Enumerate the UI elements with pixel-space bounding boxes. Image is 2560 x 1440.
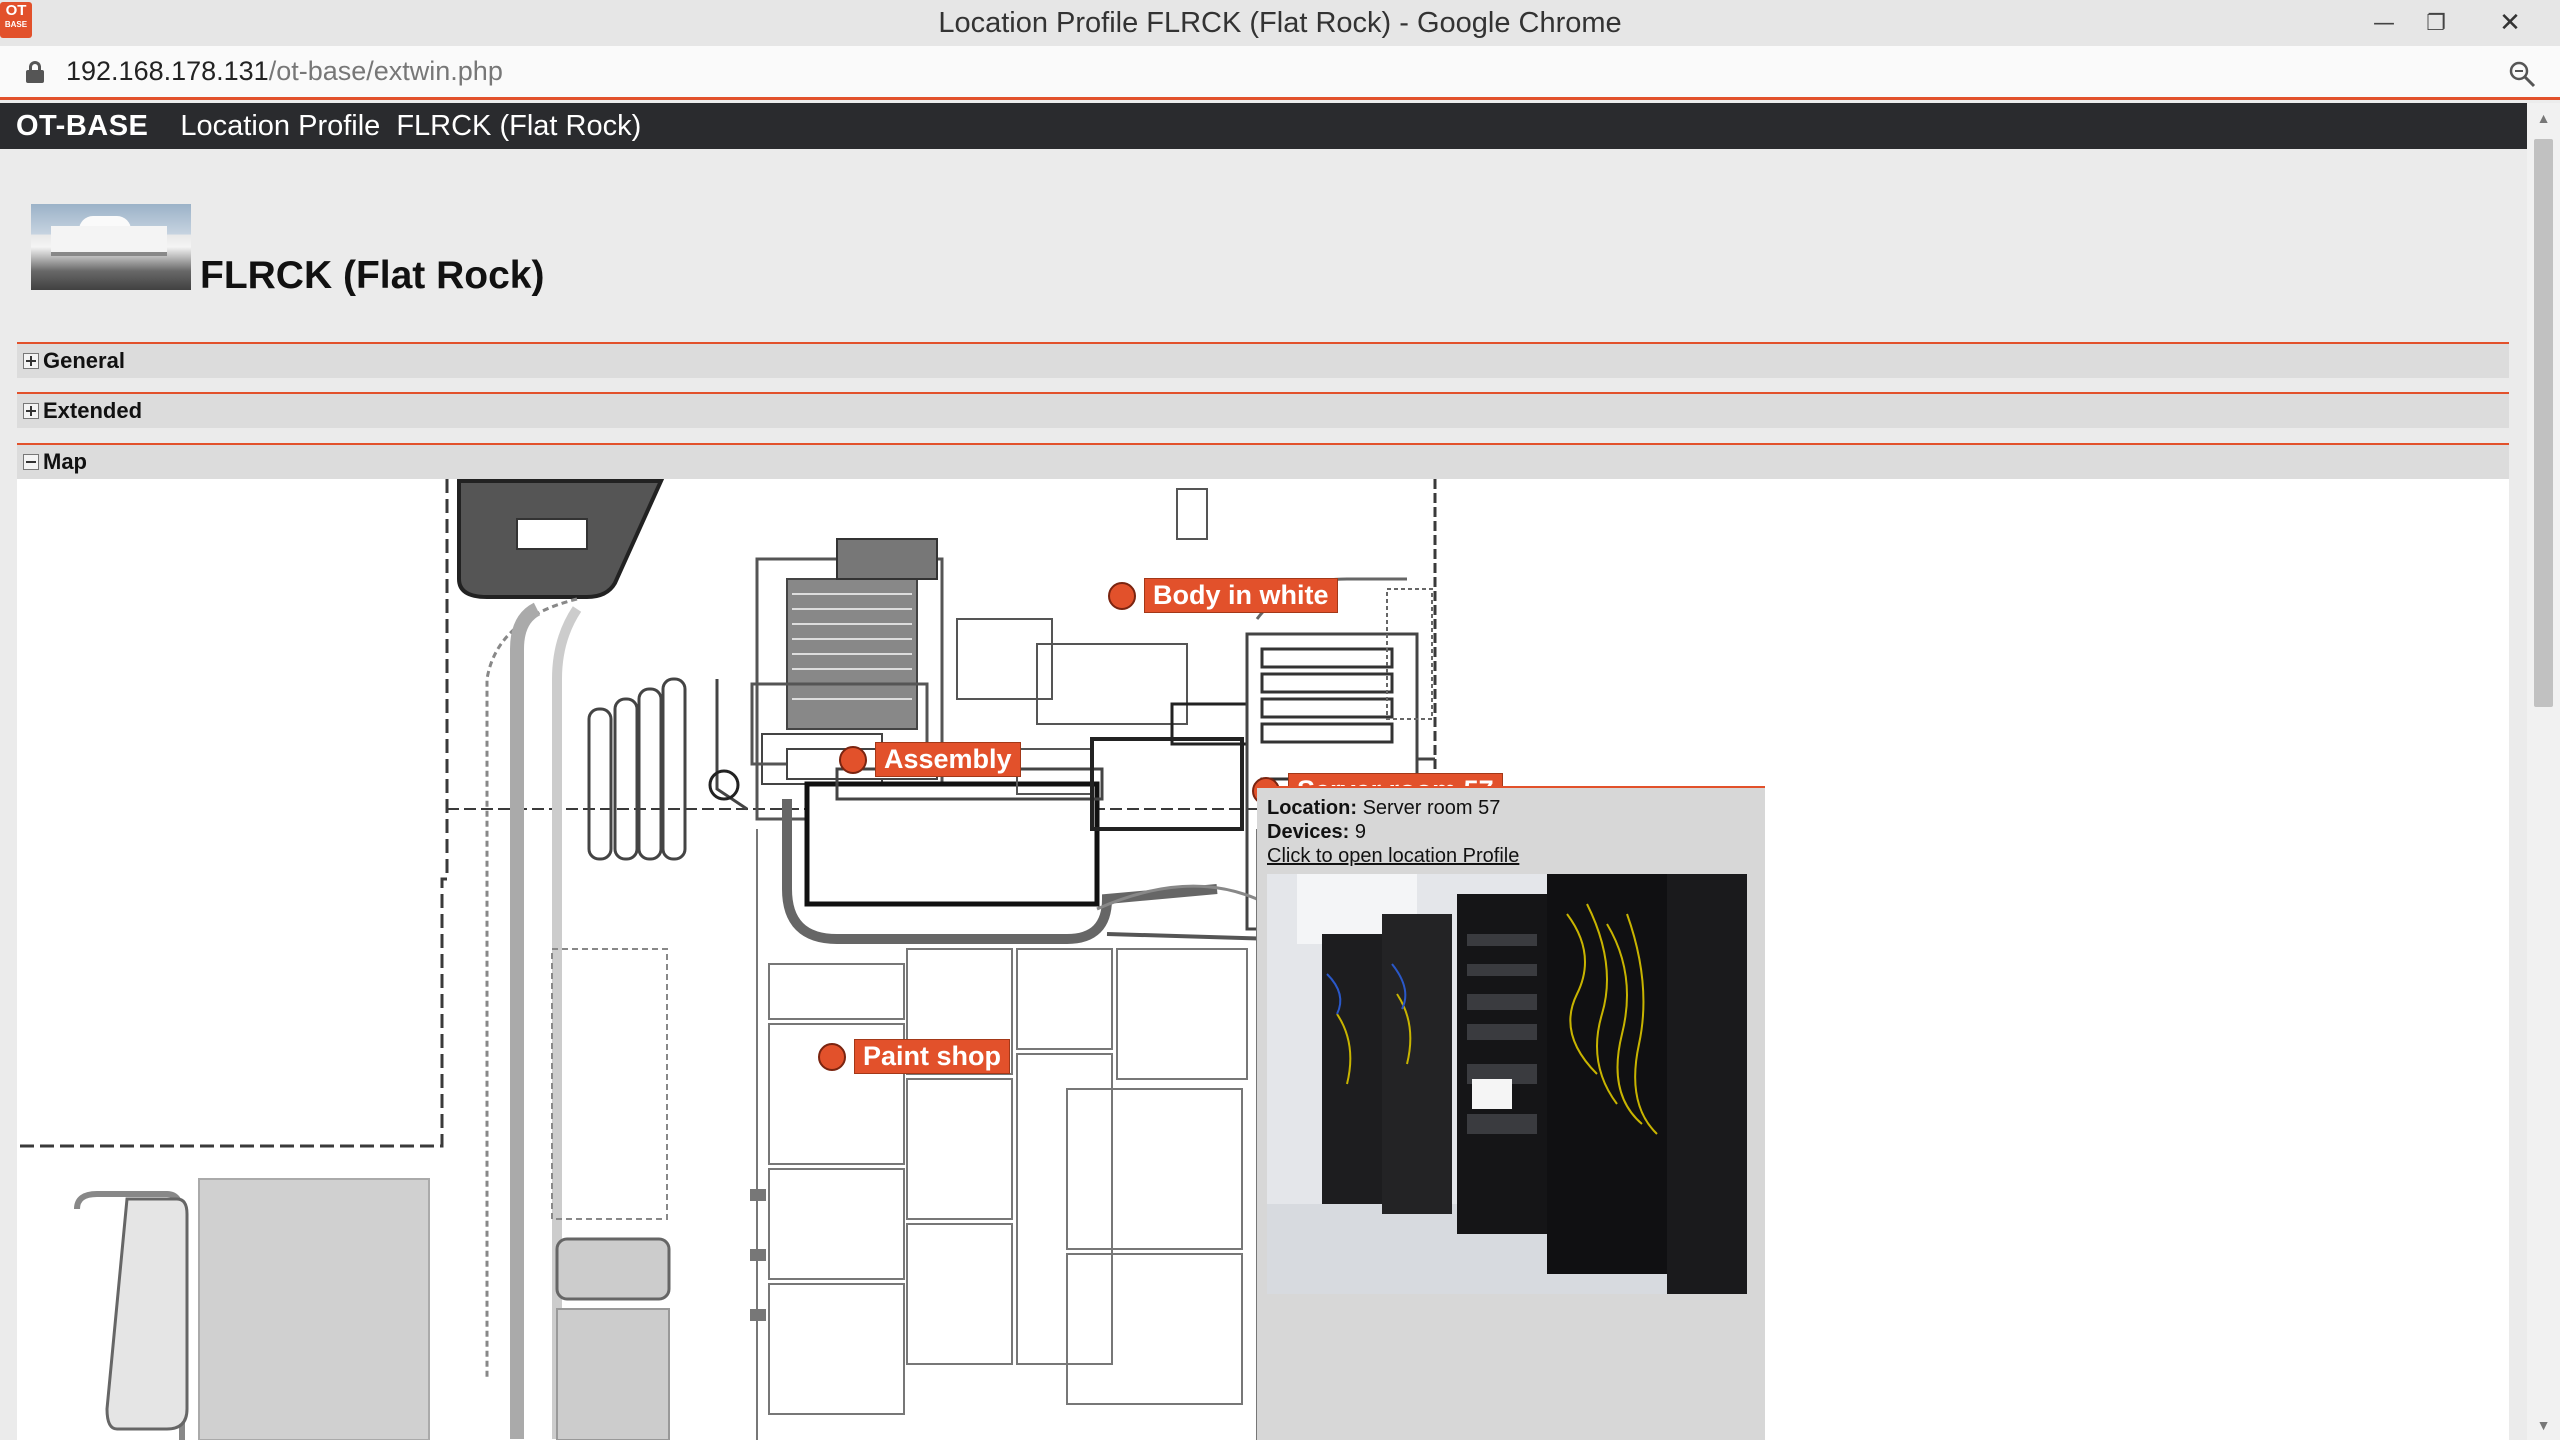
page-content: FLRCK (Flat Rock) General Extended Map B… (0, 149, 2527, 1440)
browser-titlebar: OT BASE Location Profile FLRCK (Flat Roc… (0, 0, 2560, 46)
expand-plus-icon[interactable] (23, 353, 39, 369)
address-bar[interactable]: 192.168.178.131/ot-base/extwin.php (0, 46, 2560, 100)
close-icon: ✕ (2499, 8, 2521, 38)
vertical-scrollbar[interactable]: ▲ ▼ (2527, 103, 2560, 1440)
popup-devices-value: 9 (1354, 821, 1366, 843)
minimize-button[interactable]: — (2358, 0, 2410, 46)
url-host: 192.168.178.131 (66, 56, 269, 86)
app-icon-label: OT (5, 2, 27, 19)
collapse-minus-icon[interactable] (23, 454, 39, 470)
map-marker-paint-shop[interactable]: Paint shop (818, 1039, 1011, 1074)
url-field[interactable]: 192.168.178.131/ot-base/extwin.php (66, 56, 503, 87)
window-title: Location Profile FLRCK (Flat Rock) - Goo… (938, 6, 1622, 39)
breadcrumb-location-name: FLRCK (Flat Rock) (396, 109, 642, 142)
marker-label[interactable]: Assembly (875, 742, 1021, 777)
scrollbar-thumb[interactable] (2534, 139, 2553, 707)
popup-location-key: Location: (1267, 797, 1357, 819)
section-extended-label: Extended (43, 398, 143, 423)
location-popup: Location: Server room 57 Devices: 9 Clic… (1257, 786, 1765, 1440)
zoom-icon[interactable] (2508, 60, 2536, 88)
scroll-down-arrow-icon[interactable]: ▼ (2527, 1410, 2560, 1440)
map-marker-body-in-white[interactable]: Body in white (1108, 578, 1338, 613)
marker-dot-icon[interactable] (839, 745, 867, 774)
popup-devices-row: Devices: 9 (1267, 820, 1757, 844)
maximize-button[interactable]: ❐ (2410, 0, 2462, 46)
open-location-profile-link[interactable]: Click to open location Profile (1267, 844, 1519, 868)
map-marker-assembly[interactable]: Assembly (839, 742, 1021, 777)
breadcrumb-location-profile: Location Profile (180, 109, 381, 142)
app-icon-sub: BASE (4, 20, 28, 29)
lock-icon[interactable] (26, 60, 44, 83)
popup-location-row: Location: Server room 57 (1267, 796, 1757, 820)
marker-dot-icon[interactable] (1108, 581, 1136, 610)
page-title: FLRCK (Flat Rock) (200, 254, 545, 297)
section-extended-header[interactable]: Extended (17, 392, 2509, 428)
popup-devices-key: Devices: (1267, 821, 1350, 843)
section-map-label: Map (43, 449, 87, 474)
close-button[interactable]: ✕ (2484, 0, 2536, 46)
minimize-icon: — (2373, 10, 2395, 36)
server-room-photo (1267, 874, 1747, 1294)
restore-icon: ❐ (2426, 10, 2446, 36)
location-thumbnail (31, 204, 191, 290)
marker-label[interactable]: Body in white (1144, 578, 1338, 613)
popup-location-value: Server room 57 (1362, 797, 1501, 819)
section-general-label: General (43, 348, 125, 373)
app-header: OT-BASE Location Profile FLRCK (Flat Roc… (0, 103, 2527, 149)
url-path: /ot-base/extwin.php (268, 56, 503, 86)
expand-plus-icon[interactable] (23, 403, 39, 419)
app-icon: OT BASE (0, 2, 32, 38)
section-general-header[interactable]: General (17, 342, 2509, 378)
scroll-up-arrow-icon[interactable]: ▲ (2527, 103, 2560, 133)
brand-logo[interactable]: OT-BASE (16, 110, 148, 143)
marker-dot-icon[interactable] (818, 1042, 846, 1071)
section-map-header[interactable]: Map (17, 443, 2509, 479)
marker-label[interactable]: Paint shop (854, 1039, 1011, 1074)
